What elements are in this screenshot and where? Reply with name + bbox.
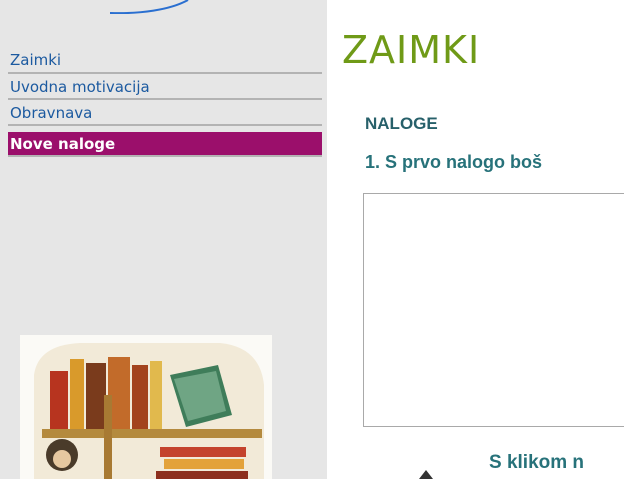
sidebar-item-zaimki[interactable]: Zaimki	[8, 46, 322, 74]
sidebar-item-nove-naloge[interactable]: Nove naloge	[8, 132, 322, 157]
sidebar-item-obravnava[interactable]: Obravnava	[8, 100, 322, 126]
books-icon	[20, 335, 272, 479]
click-hint[interactable]: S klikom n	[489, 452, 584, 474]
section-heading: NALOGE	[365, 114, 438, 133]
task-instruction: 1. S prvo nalogo boš	[365, 152, 543, 172]
main-content: ZAIMKI NALOGE 1. S prvo nalogo boš S kli…	[327, 0, 624, 479]
page-title: ZAIMKI	[342, 28, 481, 72]
books-illustration	[20, 335, 272, 479]
swoosh-decoration-icon	[110, 0, 189, 14]
sidebar-item-uvodna-motivacija[interactable]: Uvodna motivacija	[8, 74, 322, 100]
sidebar-nav: Zaimki Uvodna motivacija Obravnava Nove …	[8, 46, 322, 157]
arrow-up-icon	[419, 470, 433, 479]
embedded-exercise-frame[interactable]	[363, 193, 624, 427]
sidebar: Zaimki Uvodna motivacija Obravnava Nove …	[0, 0, 327, 479]
